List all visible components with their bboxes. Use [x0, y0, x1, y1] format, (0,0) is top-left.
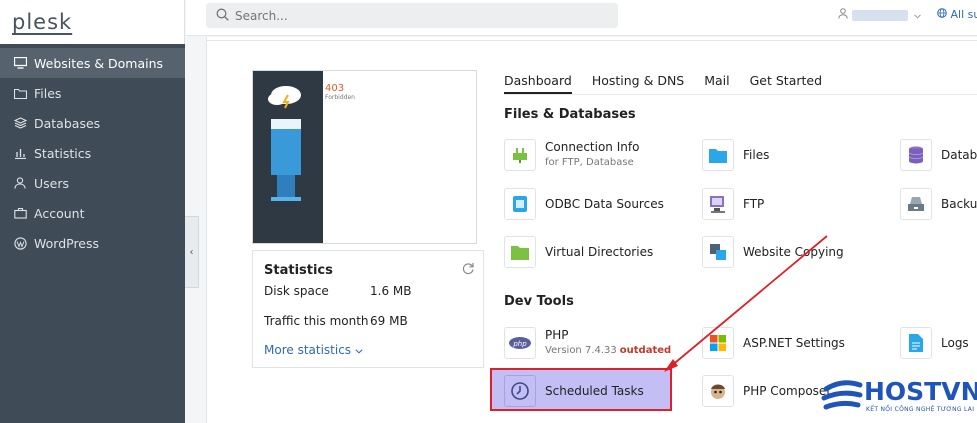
user-icon	[838, 8, 848, 22]
briefcase-icon	[13, 206, 27, 220]
sidebar-item-label: WordPress	[34, 235, 100, 251]
search-icon	[216, 8, 229, 24]
folder-icon	[13, 86, 27, 100]
subscriptions-label: All su	[950, 8, 977, 21]
sidebar-item-label: Databases	[34, 115, 101, 131]
sidebar: plesk Websites & Domains Files Databases…	[0, 0, 185, 423]
user-icon	[13, 176, 27, 190]
wordpress-icon	[13, 236, 27, 250]
user-menu[interactable]	[838, 8, 921, 22]
subscriptions-selector[interactable]: All su	[937, 8, 977, 21]
main-panel: 403 Forbidden Statistics Disk space 1.6 …	[206, 37, 977, 423]
sidebar-item-statistics[interactable]: Statistics	[0, 138, 185, 168]
sidebar-item-label: Users	[34, 175, 70, 191]
sidebar-item-label: Account	[34, 205, 85, 221]
plesk-logo[interactable]: plesk	[12, 10, 72, 34]
sidebar-collapse-handle[interactable]: ‹	[185, 216, 199, 288]
sidebar-item-wordpress[interactable]: WordPress	[0, 228, 185, 258]
bar-chart-icon	[13, 146, 27, 160]
annotation-arrow	[664, 235, 828, 372]
logo-area: plesk	[0, 0, 185, 44]
layers-icon	[13, 116, 27, 130]
sidebar-item-label: Websites & Domains	[34, 55, 164, 71]
chevron-down-icon	[914, 9, 921, 22]
hostvn-logo-mark	[821, 380, 863, 410]
hostvn-tagline: KẾT NỐI CÔNG NGHỆ TƯƠNG LAI	[866, 406, 975, 413]
sidebar-item-files[interactable]: Files	[0, 78, 185, 108]
chevron-left-icon: ‹	[189, 246, 194, 258]
sidebar-item-databases[interactable]: Databases	[0, 108, 185, 138]
topbar: All su	[186, 0, 977, 36]
sidebar-item-account[interactable]: Account	[0, 198, 185, 228]
sidebar-item-users[interactable]: Users	[0, 168, 185, 198]
globe-icon	[937, 8, 951, 21]
monitor-icon	[13, 56, 27, 70]
sidebar-item-label: Files	[34, 85, 62, 101]
search-input[interactable]	[235, 8, 595, 23]
hostvn-watermark: HOSTVN KẾT NỐI CÔNG NGHỆ TƯƠNG LAI	[820, 377, 977, 419]
username-redacted	[852, 9, 908, 21]
hostvn-brand: HOSTVN	[864, 377, 977, 406]
sidebar-item-label: Statistics	[34, 145, 92, 161]
sidebar-item-websites-domains[interactable]: Websites & Domains	[0, 48, 185, 78]
search-box[interactable]	[206, 3, 618, 28]
sidebar-nav: Websites & Domains Files Databases Stati…	[0, 48, 185, 258]
